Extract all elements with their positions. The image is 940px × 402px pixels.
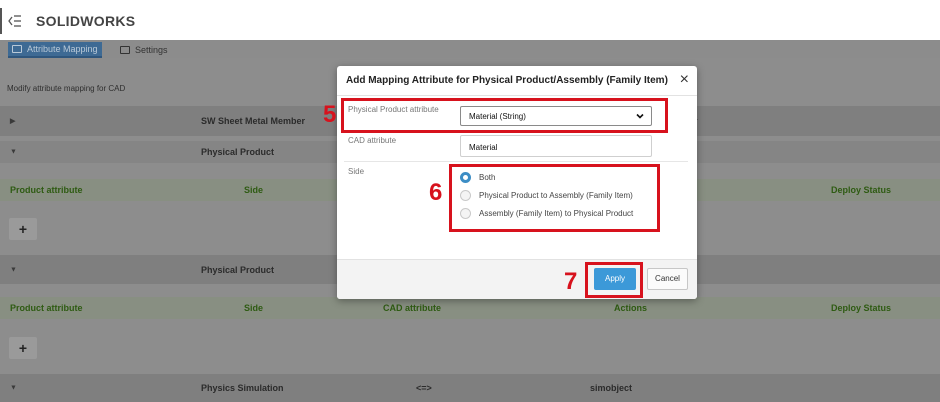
group-name: SW Sheet Metal Member: [201, 116, 306, 126]
column-header: CAD attribute: [383, 303, 441, 313]
step-6-label: 6: [429, 179, 443, 206]
cad-attribute-input[interactable]: Material: [460, 135, 652, 157]
tab-label: Attribute Mapping: [27, 44, 98, 54]
table-header: Product attribute Side CAD attribute Act…: [0, 297, 940, 319]
collapse-icon[interactable]: ▼: [10, 266, 17, 273]
side-label: Side: [348, 167, 365, 176]
group-name: Physical Product: [201, 147, 275, 157]
tab-attribute-mapping[interactable]: Attribute Mapping: [8, 42, 102, 58]
tab-bar: Attribute Mapping Settings: [0, 40, 940, 58]
collapse-icon[interactable]: ▼: [10, 149, 17, 156]
column-header: Side: [244, 185, 264, 195]
settings-window-icon: [120, 46, 130, 54]
column-header: Product attribute: [10, 303, 83, 313]
cad-attribute-value: simobject: [590, 383, 633, 393]
mapping-group-physics-simulation[interactable]: ▼ Physics Simulation <=> simobject: [0, 374, 940, 402]
collapse-icon[interactable]: ▼: [10, 385, 17, 392]
tab-label: Settings: [135, 45, 168, 55]
dialog-footer: Apply Cancel: [337, 259, 697, 299]
column-header: Product attribute: [10, 185, 83, 195]
highlight-box-side-options: [449, 164, 660, 232]
highlight-box-physical-attribute: [341, 98, 668, 133]
side-value: <=>: [416, 383, 432, 393]
step-7-label: 7: [564, 268, 578, 295]
add-mapping-button[interactable]: +: [9, 337, 37, 359]
add-mapping-button[interactable]: +: [9, 218, 37, 240]
app-title: SOLIDWORKS: [36, 13, 136, 29]
collapse-menu-icon[interactable]: [8, 14, 22, 28]
cad-attribute-label: CAD attribute: [348, 136, 397, 145]
highlight-box-apply: [585, 262, 643, 298]
cancel-button[interactable]: Cancel: [647, 268, 688, 290]
app-header: SOLIDWORKS: [0, 0, 940, 40]
column-header: Actions: [614, 303, 648, 313]
step-5-label: 5: [323, 101, 337, 128]
expand-icon[interactable]: ▶: [10, 117, 15, 125]
group-name: Physics Simulation: [201, 383, 284, 393]
divider: [344, 161, 688, 162]
table-icon: [12, 45, 22, 53]
window-edge: [0, 8, 2, 34]
dialog-title: Add Mapping Attribute for Physical Produ…: [346, 75, 668, 86]
page-subtitle: Modify attribute mapping for CAD: [7, 84, 126, 93]
column-header: Deploy Status: [831, 303, 892, 313]
column-header: Side: [244, 303, 264, 313]
divider: [337, 95, 697, 96]
tab-settings[interactable]: Settings: [116, 42, 172, 58]
column-header: Deploy Status: [831, 185, 892, 195]
group-name: Physical Product: [201, 264, 275, 275]
close-icon[interactable]: ×: [680, 71, 689, 89]
